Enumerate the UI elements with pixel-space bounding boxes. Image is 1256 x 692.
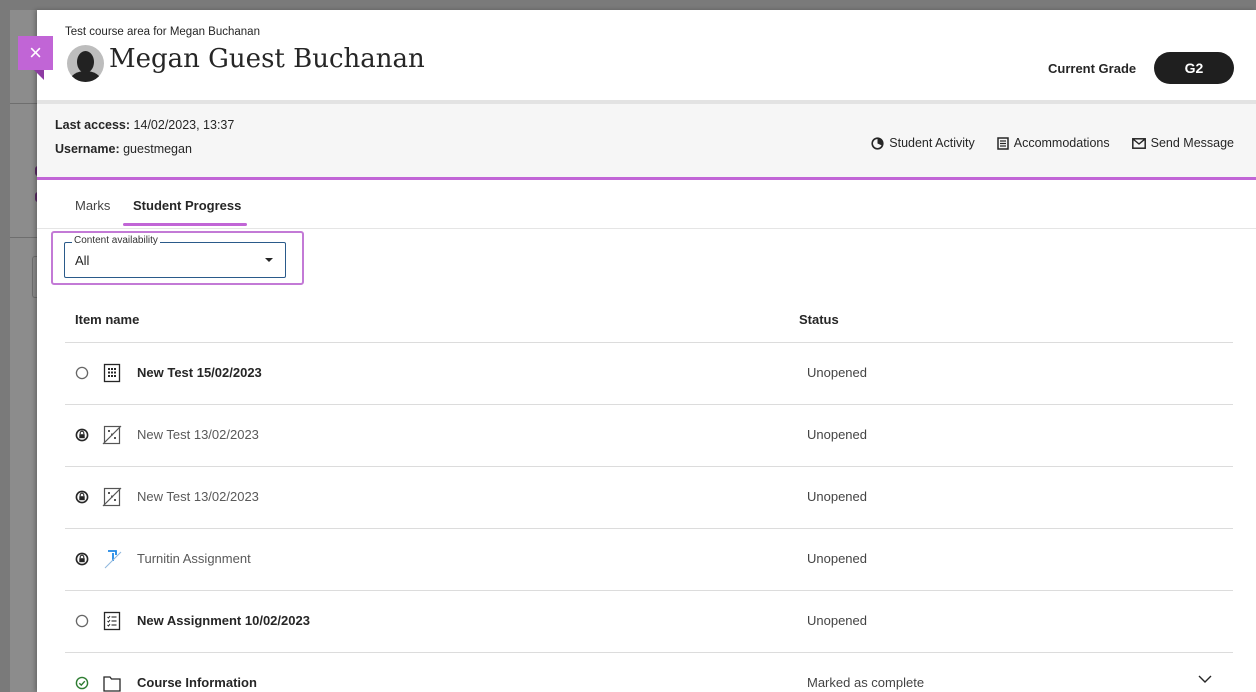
table-row[interactable]: New Test 13/02/2023 Unopened: [65, 405, 1233, 467]
complete-check-icon: [75, 676, 89, 690]
last-access-label: Last access:: [55, 118, 131, 132]
active-tab-indicator: [123, 223, 247, 226]
accommodations-icon: [996, 136, 1009, 150]
item-status: Unopened: [807, 365, 867, 380]
course-name: Test course area for Megan Buchanan: [65, 26, 260, 38]
content-availability-select[interactable]: Content availability All: [64, 235, 286, 278]
content-availability-value: All: [75, 253, 90, 268]
item-name[interactable]: New Test 13/02/2023: [137, 427, 259, 442]
hidden-test-icon: [102, 487, 122, 507]
current-grade-pill[interactable]: G2: [1154, 52, 1234, 84]
close-button-fold: [34, 70, 44, 80]
student-panel: Test course area for Megan Buchanan Mega…: [37, 10, 1256, 692]
close-icon: ×: [29, 40, 42, 65]
item-name[interactable]: New Test 13/02/2023: [137, 489, 259, 504]
item-status: Unopened: [807, 489, 867, 504]
table-row[interactable]: New Assignment 10/02/2023 Unopened: [65, 591, 1233, 653]
item-status: Unopened: [807, 551, 867, 566]
send-message-label: Send Message: [1150, 136, 1234, 150]
student-activity-link[interactable]: Student Activity: [871, 136, 975, 150]
locked-icon: [75, 552, 89, 566]
envelope-icon: [1131, 137, 1146, 149]
chevron-down-icon[interactable]: [1197, 671, 1213, 687]
hidden-test-icon: [102, 425, 122, 445]
background-divider: [10, 237, 40, 238]
username-value: guestmegan: [123, 142, 192, 156]
item-name[interactable]: Turnitin Assignment: [137, 551, 251, 566]
username: Username: guestmegan: [55, 142, 192, 156]
table-row[interactable]: New Test 13/02/2023 Unopened: [65, 467, 1233, 529]
folder-icon: [103, 676, 121, 692]
content-availability-label: Content availability: [72, 235, 160, 246]
test-icon: [103, 363, 121, 383]
turnitin-icon: [104, 550, 122, 569]
empty-circle-icon: [75, 366, 89, 380]
student-info-bar: Last access: 14/02/2023, 13:37 Username:…: [37, 100, 1256, 180]
last-access: Last access: 14/02/2023, 13:37: [55, 118, 234, 132]
avatar-head: [77, 51, 94, 73]
tab-marks[interactable]: Marks: [75, 198, 110, 213]
locked-icon: [75, 490, 89, 504]
locked-icon: [75, 428, 89, 442]
action-links: Student Activity Accommodations Send Mes…: [871, 136, 1234, 150]
column-header-status[interactable]: Status: [799, 312, 839, 327]
avatar-body: [70, 71, 101, 82]
table-row[interactable]: New Test 15/02/2023 Unopened: [65, 343, 1233, 405]
column-header-item-name[interactable]: Item name: [75, 312, 139, 327]
caret-down-icon: [265, 258, 273, 262]
tab-student-progress[interactable]: Student Progress: [133, 198, 241, 213]
close-panel-button[interactable]: ×: [18, 36, 53, 70]
background-divider: [10, 103, 40, 104]
item-name[interactable]: Course Information: [137, 675, 257, 690]
accommodations-label: Accommodations: [1013, 136, 1110, 150]
username-label: Username:: [55, 142, 120, 156]
assignment-icon: [103, 611, 121, 631]
panel-header: Test course area for Megan Buchanan Mega…: [37, 10, 1256, 100]
current-grade-label: Current Grade: [1048, 61, 1137, 76]
activity-icon: [871, 136, 884, 150]
item-status: Unopened: [807, 427, 867, 442]
item-status: Marked as complete: [807, 675, 925, 690]
send-message-link[interactable]: Send Message: [1131, 136, 1234, 150]
item-name[interactable]: New Test 15/02/2023: [137, 365, 262, 380]
student-name: Megan Guest Buchanan: [109, 44, 425, 74]
accommodations-link[interactable]: Accommodations: [996, 136, 1110, 150]
student-activity-label: Student Activity: [889, 136, 975, 150]
avatar: [67, 45, 104, 82]
tab-bar: Marks Student Progress: [37, 180, 1256, 229]
background-page-strip: [10, 10, 45, 692]
item-status: Unopened: [807, 613, 867, 628]
last-access-value: 14/02/2023, 13:37: [133, 118, 235, 132]
table-row[interactable]: Course Information Marked as complete: [65, 653, 1233, 692]
table-row[interactable]: Turnitin Assignment Unopened: [65, 529, 1233, 591]
item-name[interactable]: New Assignment 10/02/2023: [137, 613, 310, 628]
empty-circle-icon: [75, 614, 89, 628]
